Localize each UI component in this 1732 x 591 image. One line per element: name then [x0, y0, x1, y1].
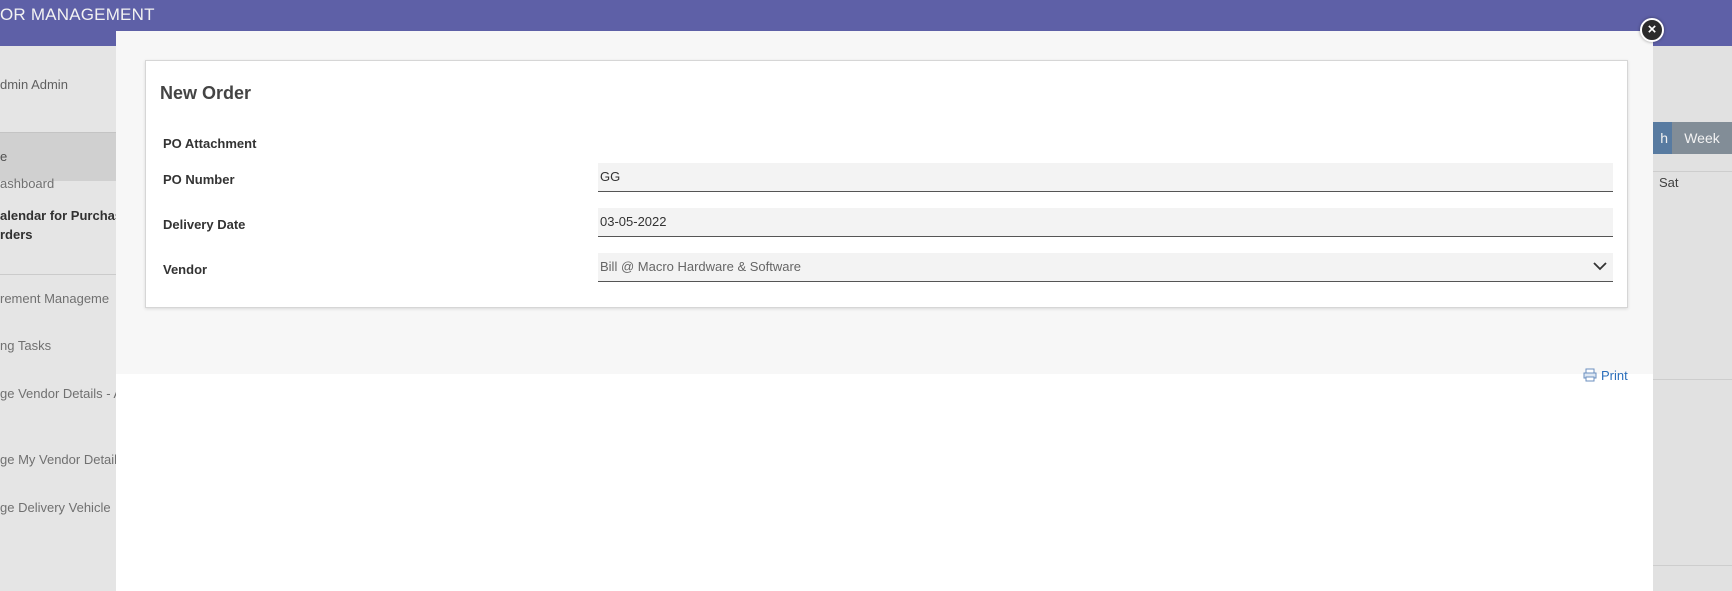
- print-link[interactable]: Print: [1583, 368, 1628, 383]
- delivery-date-input[interactable]: 03-05-2022: [598, 208, 1613, 237]
- print-icon: [1583, 368, 1597, 382]
- close-icon: ×: [1647, 21, 1657, 38]
- po-number-input[interactable]: GG: [598, 163, 1613, 192]
- delivery-date-label: Delivery Date: [163, 217, 246, 232]
- po-attachment-label: PO Attachment: [163, 136, 257, 151]
- vendor-select[interactable]: Bill @ Macro Hardware & Software: [598, 253, 1613, 282]
- new-order-modal: New Order PO Attachment PO Number GG Del…: [116, 31, 1653, 591]
- vendor-label: Vendor: [163, 262, 208, 277]
- modal-title: New Order: [160, 83, 252, 103]
- po-number-label: PO Number: [163, 172, 235, 187]
- vendor-selected-value: Bill @ Macro Hardware & Software: [600, 259, 802, 274]
- chevron-down-icon: [1593, 262, 1607, 271]
- close-modal-button[interactable]: ×: [1640, 18, 1664, 42]
- new-order-form-card: New Order PO Attachment PO Number GG Del…: [145, 60, 1628, 308]
- print-label: Print: [1601, 368, 1628, 383]
